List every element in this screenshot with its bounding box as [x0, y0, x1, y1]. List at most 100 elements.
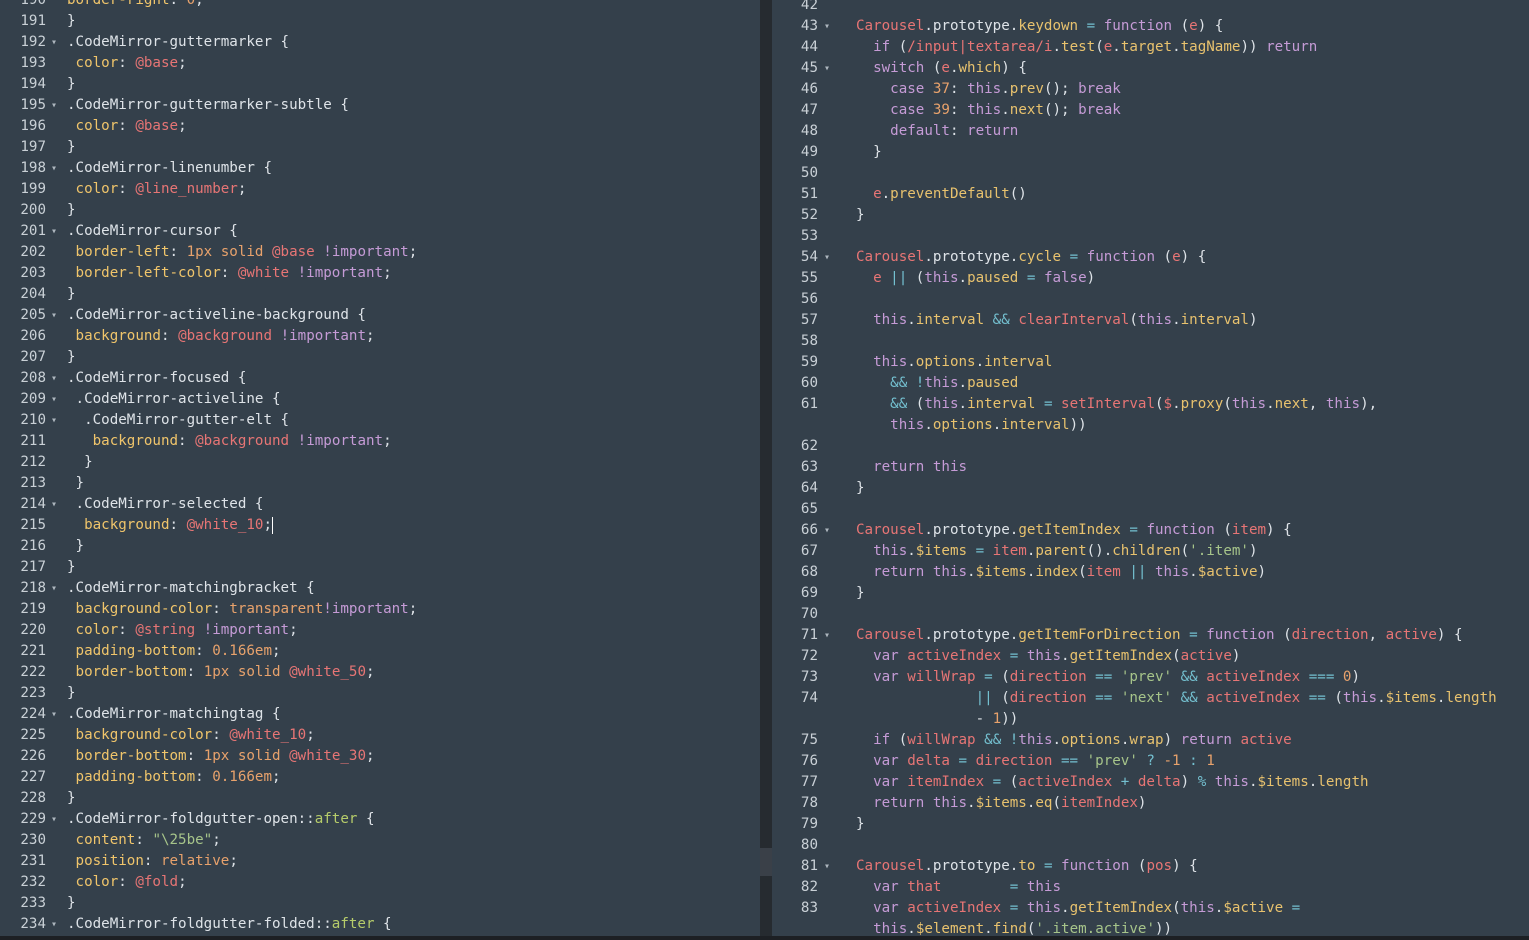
fold-arrow-icon[interactable]: ▾: [51, 809, 57, 830]
code-text[interactable]: }: [67, 536, 85, 557]
code-text[interactable]: .CodeMirror-guttermarker {: [67, 32, 289, 53]
code-text[interactable]: default: return: [856, 121, 1018, 142]
code-line[interactable]: 196 color: @base;: [0, 116, 760, 137]
code-text[interactable]: this.options.interval: [856, 352, 1052, 373]
code-line[interactable]: 204}: [0, 284, 760, 305]
code-text[interactable]: color: @base;: [67, 53, 187, 74]
code-line[interactable]: 215 background: @white_10;: [0, 515, 760, 536]
fold-arrow-icon[interactable]: ▾: [824, 247, 830, 268]
code-line[interactable]: 199 color: @line_number;: [0, 179, 760, 200]
code-line[interactable]: 226 border-bottom: 1px solid @white_30;: [0, 746, 760, 767]
code-line[interactable]: 195 ▾ .CodeMirror-guttermarker-subtle {: [0, 95, 760, 116]
code-line[interactable]: 76 var delta = direction == 'prev' ? -1 …: [772, 751, 1529, 772]
code-line[interactable]: 78 return this.$items.eq(itemIndex): [772, 793, 1529, 814]
code-text[interactable]: var activeIndex = this.getItemIndex(this…: [856, 898, 1300, 919]
code-text[interactable]: case 39: this.next(); break: [856, 100, 1121, 121]
code-line[interactable]: 208 ▾ .CodeMirror-focused {: [0, 368, 760, 389]
code-line[interactable]: 56: [772, 289, 1529, 310]
code-line[interactable]: 193 color: @base;: [0, 53, 760, 74]
code-text[interactable]: .CodeMirror-matchingtag {: [67, 704, 281, 725]
code-line[interactable]: 62: [772, 436, 1529, 457]
code-line[interactable]: 202 border-left: 1px solid @base !import…: [0, 242, 760, 263]
code-line[interactable]: 207}: [0, 347, 760, 368]
code-text[interactable]: var activeIndex = this.getItemIndex(acti…: [856, 646, 1240, 667]
code-line[interactable]: 48 default: return: [772, 121, 1529, 142]
code-text[interactable]: Carousel.prototype.cycle = function (e) …: [856, 247, 1206, 268]
code-text[interactable]: return this.$items.eq(itemIndex): [856, 793, 1146, 814]
fold-arrow-icon[interactable]: ▾: [51, 158, 57, 179]
css-editor-pane[interactable]: 190 border-right: 0; 191} 192 ▾ .CodeMirror-g…: [0, 0, 760, 940]
code-text[interactable]: position: relative;: [67, 851, 238, 872]
code-line[interactable]: 225 background-color: @white_10;: [0, 725, 760, 746]
code-line[interactable]: 83 var activeIndex = this.getItemIndex(t…: [772, 898, 1529, 940]
code-line[interactable]: 42: [772, 0, 1529, 16]
fold-arrow-icon[interactable]: ▾: [51, 914, 57, 935]
code-text[interactable]: }: [67, 74, 76, 95]
code-text[interactable]: background-color: transparent!important;: [67, 599, 418, 620]
fold-arrow-icon[interactable]: ▾: [824, 520, 830, 541]
code-text[interactable]: .CodeMirror-foldgutter-folded::after {: [67, 914, 392, 935]
code-line[interactable]: 61 && (this.interval = setInterval($.pro…: [772, 394, 1529, 436]
code-text[interactable]: border-left: 1px solid @base !important;: [67, 242, 418, 263]
code-text[interactable]: var willWrap = (direction == 'prev' && a…: [856, 667, 1360, 688]
code-text[interactable]: return this.$items.index(item || this.$a…: [856, 562, 1266, 583]
code-line[interactable]: 230 content: "\25be";: [0, 830, 760, 851]
code-line[interactable]: 201 ▾ .CodeMirror-cursor {: [0, 221, 760, 242]
code-text[interactable]: .CodeMirror-foldgutter-open::after {: [67, 809, 375, 830]
code-text[interactable]: }: [856, 814, 865, 835]
code-line[interactable]: 51 e.preventDefault(): [772, 184, 1529, 205]
code-text[interactable]: e.preventDefault(): [856, 184, 1027, 205]
code-text[interactable]: return this: [856, 457, 967, 478]
code-line[interactable]: 50: [772, 163, 1529, 184]
code-line[interactable]: 73 var willWrap = (direction == 'prev' &…: [772, 667, 1529, 688]
code-text[interactable]: }: [67, 683, 76, 704]
code-text[interactable]: var itemIndex = (activeIndex + delta) % …: [856, 772, 1368, 793]
code-text[interactable]: }: [67, 557, 76, 578]
code-line[interactable]: 57 this.interval && clearInterval(this.i…: [772, 310, 1529, 331]
fold-arrow-icon[interactable]: ▾: [824, 625, 830, 646]
code-line[interactable]: 221 padding-bottom: 0.166em;: [0, 641, 760, 662]
code-line[interactable]: 211 background: @background !important;: [0, 431, 760, 452]
code-text[interactable]: background-color: @white_10;: [67, 725, 315, 746]
code-text[interactable]: e || (this.paused = false): [856, 268, 1095, 289]
code-line[interactable]: 45 ▾ switch (e.which) {: [772, 58, 1529, 79]
code-text[interactable]: Carousel.prototype.getItemIndex = functi…: [856, 520, 1292, 541]
code-text[interactable]: }: [67, 473, 85, 494]
code-line[interactable]: 67 this.$items = item.parent().children(…: [772, 541, 1529, 562]
code-text[interactable]: color: @line_number;: [67, 179, 247, 200]
code-text[interactable]: .CodeMirror-selected {: [67, 494, 264, 515]
fold-arrow-icon[interactable]: ▾: [51, 221, 57, 242]
code-line[interactable]: 217}: [0, 557, 760, 578]
code-line[interactable]: 231 position: relative;: [0, 851, 760, 872]
code-line[interactable]: 205 ▾ .CodeMirror-activeline-background {: [0, 305, 760, 326]
code-text[interactable]: Carousel.prototype.to = function (pos) {: [856, 856, 1198, 877]
css-code-area[interactable]: 190 border-right: 0; 191} 192 ▾ .CodeMirror-g…: [0, 0, 760, 935]
fold-arrow-icon[interactable]: ▾: [51, 704, 57, 725]
code-text[interactable]: border-right: 0;: [67, 0, 204, 11]
code-text[interactable]: content: "\25be";: [67, 830, 221, 851]
code-line[interactable]: 65: [772, 499, 1529, 520]
code-text[interactable]: if (willWrap && !this.options.wrap) retu…: [856, 730, 1292, 751]
code-line[interactable]: 70: [772, 604, 1529, 625]
code-text[interactable]: if (/input|textarea/i.test(e.target.tagN…: [856, 37, 1317, 58]
code-text[interactable]: Carousel.prototype.keydown = function (e…: [856, 16, 1223, 37]
code-text[interactable]: .CodeMirror-activeline {: [67, 389, 281, 410]
code-line[interactable]: 71 ▾ Carousel.prototype.getItemForDirectio…: [772, 625, 1529, 646]
fold-arrow-icon[interactable]: ▾: [824, 856, 830, 877]
code-text[interactable]: color: @base;: [67, 116, 187, 137]
code-text[interactable]: border-left-color: @white !important;: [67, 263, 392, 284]
fold-arrow-icon[interactable]: ▾: [51, 578, 57, 599]
code-line[interactable]: 64}: [772, 478, 1529, 499]
code-line[interactable]: 74 || (direction == 'next' && activeInde…: [772, 688, 1529, 730]
code-line[interactable]: 47 case 39: this.next(); break: [772, 100, 1529, 121]
code-text[interactable]: background: @background !important;: [67, 326, 375, 347]
code-text[interactable]: }: [856, 205, 865, 226]
code-line[interactable]: 210 ▾ .CodeMirror-gutter-elt {: [0, 410, 760, 431]
fold-arrow-icon[interactable]: ▾: [824, 58, 830, 79]
code-line[interactable]: 68 return this.$items.index(item || this…: [772, 562, 1529, 583]
code-line[interactable]: 203 border-left-color: @white !important…: [0, 263, 760, 284]
code-line[interactable]: 44 if (/input|textarea/i.test(e.target.t…: [772, 37, 1529, 58]
fold-arrow-icon[interactable]: ▾: [51, 389, 57, 410]
divider-grip-handle[interactable]: [760, 848, 772, 876]
code-line[interactable]: 79}: [772, 814, 1529, 835]
